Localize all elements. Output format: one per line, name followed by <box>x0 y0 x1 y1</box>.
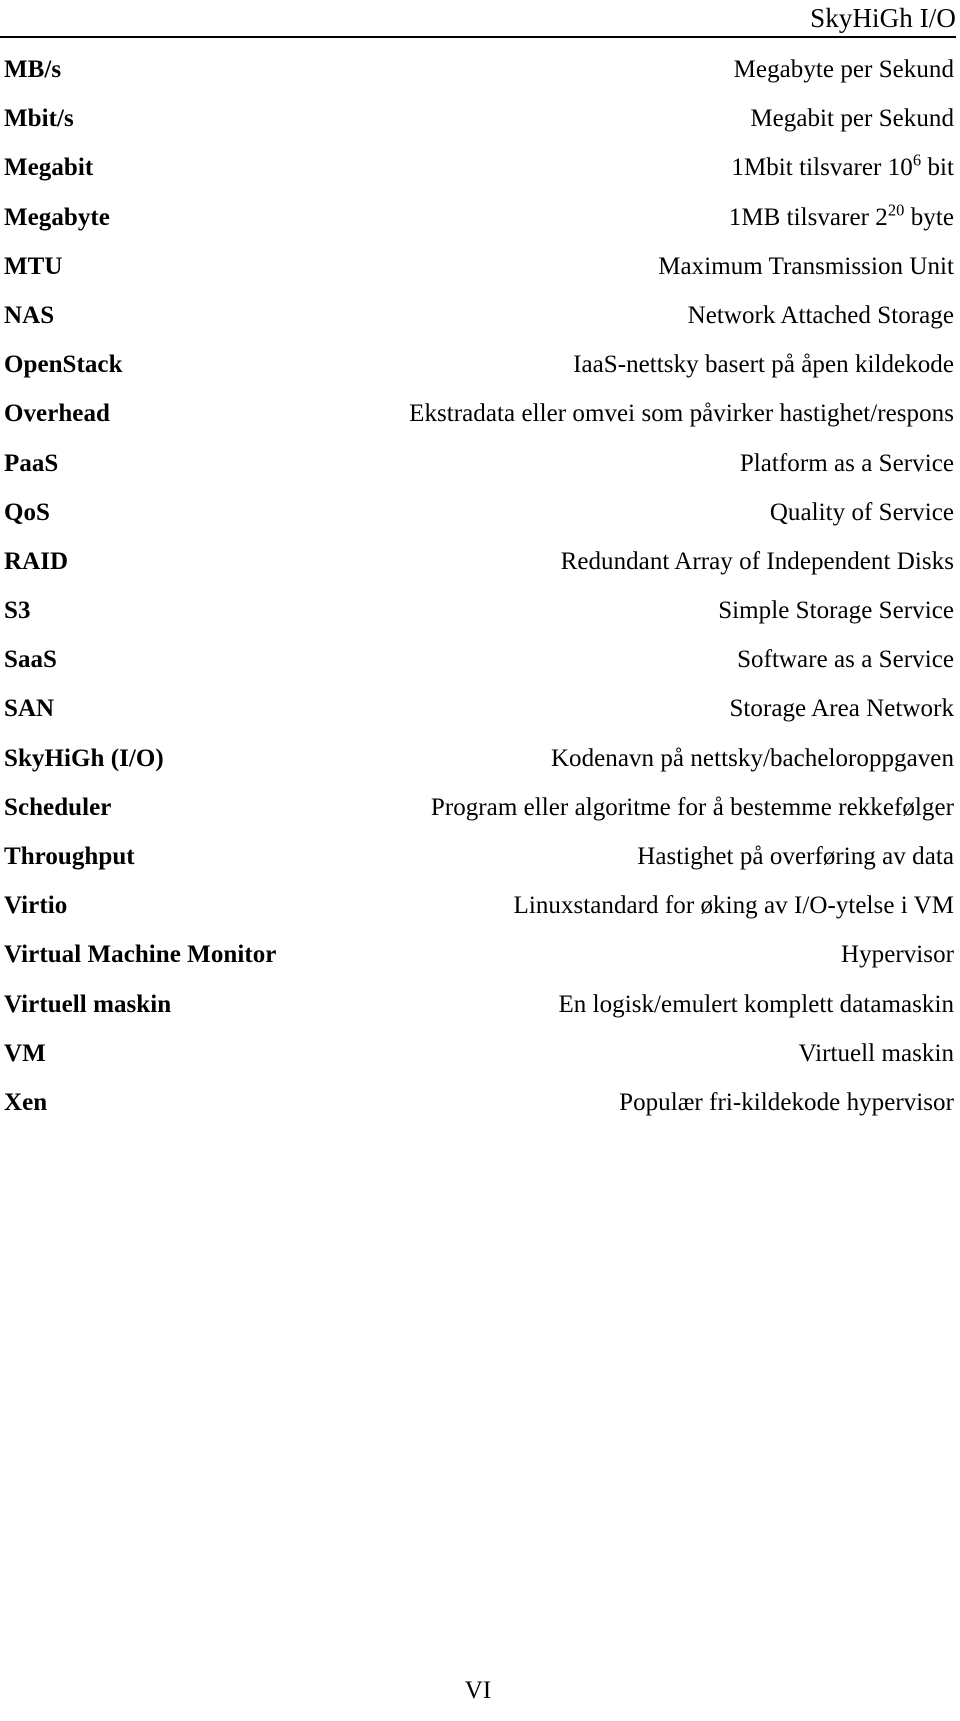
glossary-row: S3 Simple Storage Service <box>0 596 956 645</box>
glossary-row: Virtio Linuxstandard for øking av I/O-yte… <box>0 891 956 940</box>
glossary-row: OpenStack IaaS-nettsky basert på åpen kil… <box>0 350 956 399</box>
glossary-term: Megabyte <box>4 203 110 231</box>
glossary-description: Hypervisor <box>841 941 954 969</box>
header-rule <box>0 36 956 38</box>
glossary-description: Ekstradata eller omvei som påvirker hast… <box>409 400 954 428</box>
glossary-term: Mbit/s <box>4 105 74 133</box>
glossary-row: Megabyte 1MB tilsvarer 220 byte <box>0 200 956 252</box>
glossary-description: Populær fri-kildekode hypervisor <box>619 1088 954 1116</box>
glossary-list: MB/s Megabyte per Sekund Mbit/s Megabit per… <box>0 55 960 1137</box>
glossary-term: OpenStack <box>4 351 123 379</box>
glossary-description: Maximum Transmission Unit <box>658 252 954 280</box>
glossary-row: NAS Network Attached Storage <box>0 301 956 350</box>
glossary-term: MTU <box>4 252 63 280</box>
running-header-title: SkyHiGh I/O <box>810 3 956 33</box>
glossary-description: Hastighet på overføring av data <box>637 843 954 870</box>
glossary-row: Virtuell maskin En logisk/emulert komplet… <box>0 990 956 1039</box>
glossary-term: RAID <box>4 547 69 575</box>
glossary-row: SAN Storage Area Network <box>0 694 956 743</box>
glossary-term: S3 <box>4 597 31 625</box>
glossary-description: Quality of Service <box>769 498 954 526</box>
glossary-term: Megabit <box>4 154 94 182</box>
glossary-term: SkyHiGh (I/O) <box>4 744 164 772</box>
glossary-row: RAID Redundant Array of Independent Disks <box>0 547 956 596</box>
glossary-term: SaaS <box>4 646 58 674</box>
glossary-description: Megabyte per Sekund <box>733 56 954 83</box>
glossary-row: PaaS Platform as a Service <box>0 449 956 498</box>
glossary-term: Virtuell maskin <box>4 990 172 1018</box>
glossary-description: 1MB tilsvarer 220 byte <box>728 200 954 231</box>
glossary-term: VM <box>4 1039 46 1067</box>
glossary-description: Storage Area Network <box>729 695 954 723</box>
glossary-term: Xen <box>4 1088 48 1116</box>
glossary-row: QoS Quality of Service <box>0 498 956 547</box>
glossary-row: VM Virtuell maskin <box>0 1039 956 1088</box>
glossary-term: Scheduler <box>4 793 112 821</box>
glossary-row: SaaS Software as a Service <box>0 645 956 694</box>
glossary-term: NAS <box>4 301 55 329</box>
page-number: VI <box>464 1677 492 1704</box>
glossary-term: Overhead <box>4 400 110 428</box>
glossary-row: Throughput Hastighet på overføring av dat… <box>0 842 956 891</box>
glossary-description: Program eller algoritme for å bestemme r… <box>430 793 954 821</box>
glossary-term: SAN <box>4 695 55 723</box>
glossary-description: Redundant Array of Independent Disks <box>560 547 954 575</box>
glossary-term: QoS <box>4 498 50 526</box>
glossary-term: Virtual Machine Monitor <box>4 941 277 969</box>
glossary-row: Megabit 1Mbit tilsvarer 106 bit <box>0 151 956 202</box>
glossary-description: Megabit per Sekund <box>750 105 954 133</box>
glossary-description: En logisk/emulert komplett datamaskin <box>558 990 954 1018</box>
page-header: SkyHiGh I/O <box>0 0 960 38</box>
glossary-description: Simple Storage Service <box>718 597 954 625</box>
glossary-description: Platform as a Service <box>739 449 954 477</box>
glossary-term: Virtio <box>4 892 68 920</box>
glossary-row: Xen Populær fri-kildekode hypervisor <box>0 1088 956 1137</box>
glossary-row: Mbit/s Megabit per Sekund <box>0 104 956 153</box>
exponent: 20 <box>887 200 905 220</box>
glossary-term: Throughput <box>4 843 135 870</box>
glossary-description: Virtuell maskin <box>798 1039 954 1067</box>
glossary-description: Software as a Service <box>737 646 954 674</box>
glossary-row: Virtual Machine Monitor Hypervisor <box>0 940 956 989</box>
document-page: SkyHiGh I/O MB/s Megabyte per Sekund Mbit/… <box>0 0 960 1721</box>
glossary-row: MB/s Megabyte per Sekund <box>0 55 956 104</box>
glossary-row: SkyHiGh (I/O) Kodenavn på nettsky/bachelo… <box>0 744 956 793</box>
glossary-term: MB/s <box>4 56 62 83</box>
glossary-description: Network Attached Storage <box>687 301 954 329</box>
glossary-row: Overhead Ekstradata eller omvei som påvir… <box>0 399 956 448</box>
glossary-row: MTU Maximum Transmission Unit <box>0 252 956 301</box>
exponent: 6 <box>912 151 922 171</box>
glossary-term: PaaS <box>4 449 59 477</box>
glossary-description: Kodenavn på nettsky/bacheloroppgaven <box>550 744 954 772</box>
glossary-description: 1Mbit tilsvarer 106 bit <box>731 151 954 182</box>
glossary-row: Scheduler Program eller algoritme for å b… <box>0 793 956 842</box>
glossary-description: Linuxstandard for øking av I/O-ytelse i … <box>513 892 954 920</box>
glossary-description: IaaS-nettsky basert på åpen kildekode <box>573 351 954 379</box>
